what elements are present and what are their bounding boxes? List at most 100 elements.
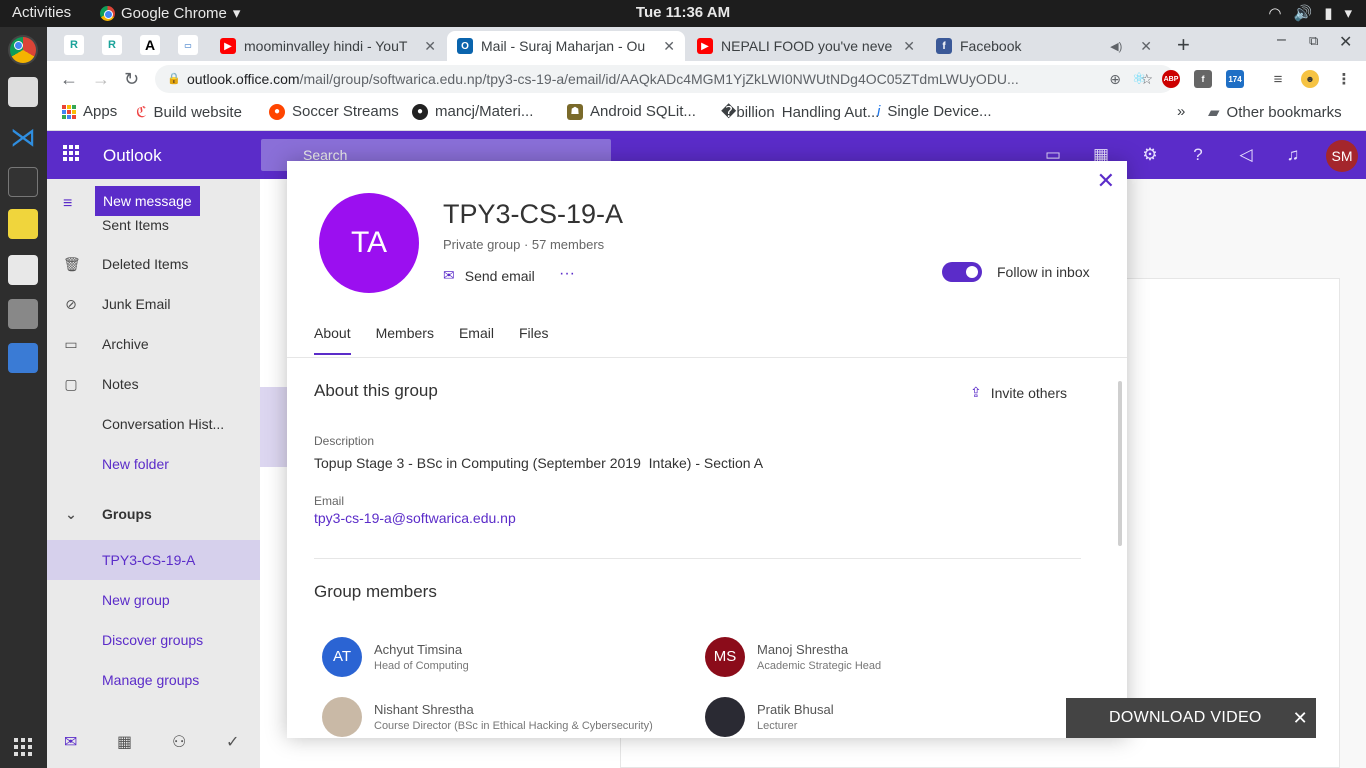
divider — [314, 558, 1081, 559]
scrollbar[interactable] — [1118, 381, 1122, 546]
tab-about[interactable]: About — [314, 325, 351, 355]
member-card[interactable]: Pratik Bhusal Lecturer — [705, 697, 834, 737]
invite-others-button[interactable]: ⇪ Invite others — [970, 384, 1067, 401]
nav-group-tpy3[interactable]: TPY3-CS-19-A — [47, 540, 260, 580]
bookmark-label: Android SQLit... — [590, 103, 696, 120]
react-devtools-icon[interactable]: ⚛ — [1130, 70, 1148, 88]
screenshot-dock-icon[interactable] — [8, 299, 38, 329]
nav-groups-header[interactable]: ⌄ Groups — [47, 494, 260, 534]
bookmark-apps[interactable]: Apps — [62, 103, 117, 120]
new-tab-button[interactable]: + — [1177, 32, 1190, 58]
bookmark-single-device[interactable]: i Single Device... — [877, 103, 992, 120]
group-email-link[interactable]: tpy3-cs-19-a@softwarica.edu.np — [314, 510, 516, 526]
calendar-icon[interactable]: ▦ — [117, 732, 132, 752]
tab-youtube-food[interactable]: ▶ NEPALI FOOD you've neve ✕ — [687, 31, 925, 61]
bookmark-other[interactable]: ▰ Other bookmarks — [1208, 103, 1342, 122]
member-card[interactable]: MS Manoj Shrestha Academic Strategic Hea… — [705, 637, 881, 677]
more-options-button[interactable]: ··· — [559, 265, 575, 283]
nav-manage-groups[interactable]: Manage groups — [47, 660, 260, 700]
forward-icon[interactable]: → — [92, 69, 110, 90]
close-icon[interactable]: ✕ — [424, 38, 436, 55]
group-member-count: 57 members — [531, 237, 605, 252]
emoji-ext-icon[interactable]: ☻ — [1301, 70, 1319, 88]
install-dock-icon[interactable] — [8, 343, 38, 373]
minimize-button[interactable]: – — [1277, 31, 1286, 49]
download-video-button[interactable]: DOWNLOAD VIDEO ✕ — [1066, 698, 1316, 738]
bookmark-build-website[interactable]: ℭ Build website — [136, 103, 242, 122]
tab-facebook[interactable]: f Facebook ◀) ✕ — [926, 31, 1162, 61]
tab-email[interactable]: Email — [459, 325, 494, 355]
pinned-tab[interactable]: R — [64, 35, 84, 55]
tab-files[interactable]: Files — [519, 325, 549, 355]
bookmark-soccer-streams[interactable]: ● Soccer Streams — [269, 103, 399, 120]
pinned-tab[interactable]: R — [102, 35, 122, 55]
tab-outlook[interactable]: O Mail - Suraj Maharjan - Ou ✕ — [447, 31, 685, 61]
avatar[interactable]: SM — [1326, 140, 1358, 172]
tab-youtube[interactable]: ▶ moominvalley hindi - YouT ✕ — [210, 31, 446, 61]
close-icon[interactable]: ✕ — [1293, 698, 1308, 738]
tab-members[interactable]: Members — [376, 325, 434, 355]
outlook-brand[interactable]: Outlook — [103, 146, 162, 166]
people-icon[interactable]: ⚇ — [172, 732, 186, 752]
tab-title: Facebook — [960, 38, 1022, 54]
bell-icon[interactable]: ♫ — [1283, 145, 1303, 165]
nav-notes[interactable]: ▢ Notes — [47, 364, 260, 404]
member-card[interactable]: Nishant Shrestha Course Director (BSc in… — [322, 697, 653, 737]
nav-new-folder[interactable]: New folder — [47, 444, 260, 484]
extension-badge[interactable]: 174 — [1226, 70, 1244, 88]
bookmark-handling-auth[interactable]: �billion Handling Aut... — [721, 103, 880, 122]
audio-icon[interactable]: ◀) — [1110, 40, 1122, 53]
facebook-ext-icon[interactable]: f — [1194, 70, 1212, 88]
close-window-button[interactable]: ✕ — [1339, 32, 1352, 52]
close-icon[interactable]: ✕ — [903, 38, 915, 55]
app-menu[interactable]: Google Chrome ▾ — [100, 4, 240, 22]
nav-conversation-history[interactable]: Conversation Hist... — [47, 404, 260, 444]
apps-grid-icon[interactable] — [14, 738, 32, 756]
send-email-button[interactable]: ✉ Send email — [443, 267, 535, 284]
activities-button[interactable]: Activities — [12, 4, 71, 21]
pinned-tab[interactable]: A — [140, 35, 160, 55]
follow-in-inbox[interactable]: Follow in inbox — [942, 262, 1090, 282]
help-icon[interactable]: ? — [1188, 145, 1208, 165]
back-icon[interactable]: ← — [60, 69, 78, 90]
menu-icon[interactable]: ⋮ — [1335, 70, 1353, 88]
media-icon[interactable]: ≡ — [1269, 70, 1287, 88]
vscode-dock-icon[interactable]: ⋊ — [8, 122, 38, 152]
files-dock-icon[interactable] — [8, 77, 38, 107]
reload-icon[interactable]: ↻ — [124, 69, 139, 90]
app-launcher-icon[interactable] — [63, 145, 79, 161]
gear-icon[interactable]: ⚙ — [1140, 145, 1160, 165]
bookmark-label: Handling Aut... — [781, 103, 880, 121]
terminal-dock-icon[interactable] — [8, 167, 38, 197]
mail-icon[interactable]: ✉ — [64, 732, 77, 752]
close-icon[interactable]: ✕ — [663, 38, 675, 55]
bookmark-github[interactable]: ● mancj/Materi... — [412, 103, 533, 120]
follow-toggle[interactable] — [942, 262, 982, 282]
nav-new-group[interactable]: New group — [47, 580, 260, 620]
chrome-dock-icon[interactable] — [8, 35, 38, 65]
editor-dock-icon[interactable] — [8, 255, 38, 285]
nav-sent-items[interactable]: Sent Items — [47, 203, 260, 247]
member-card[interactable]: AT Achyut Timsina Head of Computing — [322, 637, 469, 677]
system-tray[interactable]: ◠ 🔊 ▮ ▾ — [1268, 4, 1352, 22]
nav-discover-groups[interactable]: Discover groups — [47, 620, 260, 660]
bookmark-android-sqlite[interactable]: ☗ Android SQLit... — [567, 103, 696, 120]
nav-junk-email[interactable]: ⊘ Junk Email — [47, 284, 260, 324]
adblock-icon[interactable]: ABP — [1162, 70, 1180, 88]
address-bar[interactable]: 🔒 outlook.office.com/mail/group/softwari… — [155, 65, 1175, 93]
notes-dock-icon[interactable] — [8, 209, 38, 239]
maximize-button[interactable]: ⧉ — [1309, 33, 1318, 49]
bookmarks-overflow[interactable]: » — [1177, 103, 1185, 120]
add-icon[interactable]: ⊕ — [1105, 65, 1125, 93]
about-heading: About this group — [314, 381, 438, 400]
nav-archive[interactable]: ▭ Archive — [47, 324, 260, 364]
reddit-icon: ● — [269, 103, 285, 120]
close-icon[interactable]: ✕ — [1140, 38, 1152, 55]
todo-icon[interactable]: ✓ — [226, 732, 239, 752]
pinned-tab[interactable]: ▭ — [178, 35, 198, 55]
archive-icon: ▭ — [64, 335, 78, 352]
close-icon[interactable]: ✕ — [1097, 170, 1115, 192]
nav-deleted-items[interactable]: 🗑 Deleted Items — [47, 244, 260, 284]
youtube-icon: ▶ — [697, 38, 713, 54]
feedback-icon[interactable]: ◁ — [1236, 145, 1256, 165]
